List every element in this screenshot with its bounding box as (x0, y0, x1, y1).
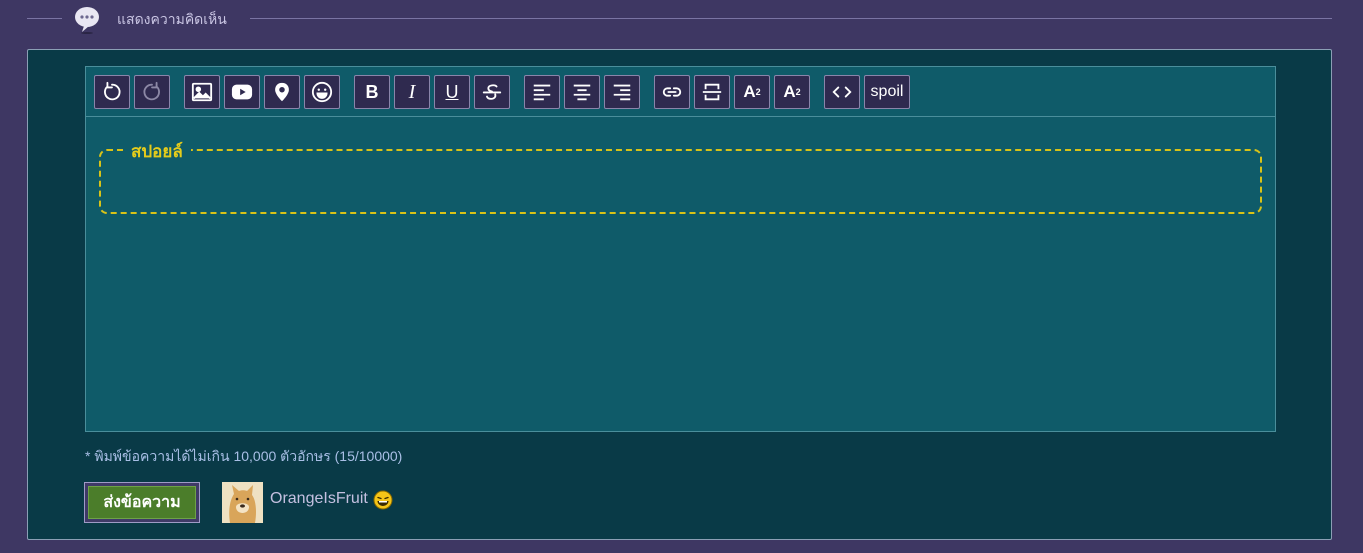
insert-video-button[interactable] (224, 75, 260, 109)
page-break-button[interactable] (694, 75, 730, 109)
bold-button[interactable]: B (354, 75, 390, 109)
code-button[interactable] (824, 75, 860, 109)
insert-emoji-button[interactable] (304, 75, 340, 109)
strikethrough-icon (482, 84, 502, 100)
speech-bubble-icon (75, 7, 99, 34)
italic-button[interactable]: I (394, 75, 430, 109)
page-break-icon (702, 83, 722, 101)
align-right-button[interactable] (604, 75, 640, 109)
header-divider-left (27, 18, 62, 19)
spoiler-block[interactable]: สปอยล์ (99, 138, 1262, 214)
align-right-icon (613, 84, 631, 101)
code-icon (832, 86, 852, 98)
send-button-label: ส่งข้อความ (88, 486, 196, 519)
send-message-button[interactable]: ส่งข้อความ (84, 482, 200, 523)
undo-button[interactable] (94, 75, 130, 109)
section-title: แสดงความคิดเห็น (117, 11, 227, 27)
image-icon (191, 82, 213, 102)
insert-location-button[interactable] (264, 75, 300, 109)
align-center-icon (573, 84, 591, 101)
subscript-button[interactable]: A2 (774, 75, 810, 109)
redo-button[interactable] (134, 75, 170, 109)
strikethrough-button[interactable] (474, 75, 510, 109)
rich-text-editor: B I U A 2 A 2 spoil สปอยล์ (85, 66, 1276, 432)
character-limit-note: * พิมพ์ข้อความได้ไม่เกิน 10,000 ตัวอักษร… (85, 448, 403, 464)
align-center-button[interactable] (564, 75, 600, 109)
link-icon (662, 87, 682, 97)
editor-content-area[interactable]: สปอยล์ (86, 118, 1275, 431)
header-divider-right (250, 18, 1332, 19)
align-left-icon (533, 84, 551, 101)
superscript-mark: 2 (755, 87, 761, 97)
insert-image-button[interactable] (184, 75, 220, 109)
spoiler-button[interactable]: spoil (864, 75, 910, 109)
undo-icon (104, 81, 121, 101)
location-pin-icon (275, 82, 289, 102)
user-avatar (222, 482, 263, 523)
subscript-base: A (783, 82, 796, 101)
superscript-base: A (743, 82, 756, 101)
doge-avatar (222, 482, 263, 523)
align-left-button[interactable] (524, 75, 560, 109)
insert-link-button[interactable] (654, 75, 690, 109)
youtube-icon (231, 84, 253, 100)
emoji-icon (311, 81, 333, 103)
underline-button[interactable]: U (434, 75, 470, 109)
comment-section-header: แสดงความคิดเห็น (0, 0, 1363, 38)
laughing-emoji-icon (373, 490, 393, 510)
user-name: OrangeIsFruit (270, 490, 368, 507)
redo-icon (143, 81, 160, 101)
editor-toolbar: B I U A 2 A 2 spoil (86, 67, 1275, 117)
spoiler-label: สปอยล์ (123, 138, 191, 165)
comment-panel: B I U A 2 A 2 spoil สปอยล์ * พิมพ์ข้อควา… (27, 49, 1332, 540)
superscript-button[interactable]: A2 (734, 75, 770, 109)
subscript-mark: 2 (795, 87, 801, 97)
